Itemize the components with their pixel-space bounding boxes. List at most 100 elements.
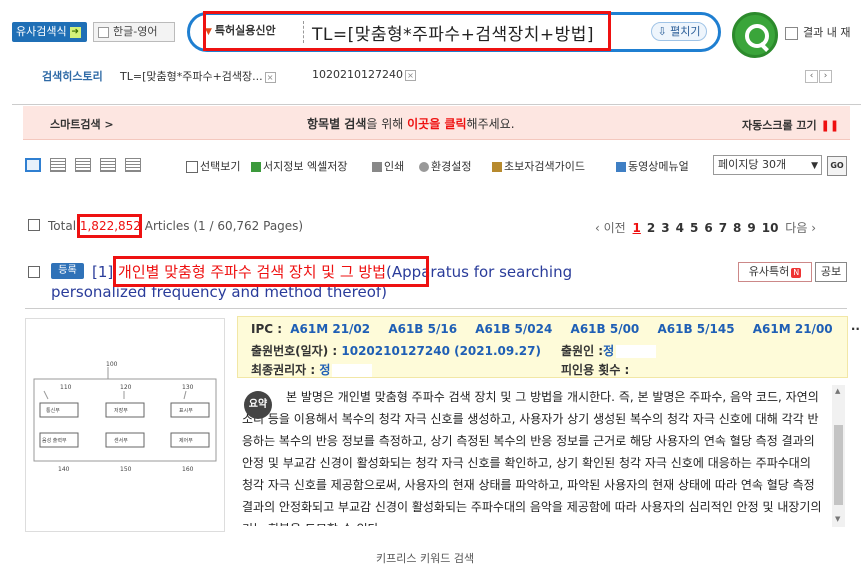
pause-icon: ❚❚ [820, 119, 840, 132]
drawing-box-label: 제어부 [179, 437, 193, 444]
applicant-row: 출원인 :정 [561, 342, 657, 359]
ipc-row: IPC : A61M 21/02 A61B 5/16 A61B 5/024 A6… [251, 322, 861, 336]
page-link[interactable]: 5 [690, 221, 698, 235]
within-results-checkbox[interactable]: 결과 내 재 [785, 24, 850, 40]
smart-search-message[interactable]: 항목별 검색을 위해 이곳을 클릭해주세요. [307, 115, 515, 132]
per-page-value: 페이지당 30개 [718, 158, 787, 171]
view-mode-list-icon[interactable] [50, 158, 66, 172]
tool-print[interactable]: 인쇄 [372, 158, 404, 174]
excel-icon [251, 162, 261, 172]
ipc-code[interactable]: A61B 5/00 [571, 322, 640, 336]
right-holder-value: 정 [319, 363, 331, 377]
abstract-badge: 요약 [244, 391, 272, 419]
ipc-code[interactable]: A61B 5/16 [388, 322, 457, 336]
similar-patent-button[interactable]: 유사특허 N [738, 262, 812, 282]
result-index: [1] [92, 263, 114, 281]
triangle-up-icon[interactable]: ▲ [835, 387, 840, 395]
go-button[interactable]: GO [827, 156, 847, 176]
drawing-box-label: 통신부 [46, 407, 60, 414]
ipc-code[interactable]: A61B 5/145 [657, 322, 734, 336]
tool-label: 인쇄 [384, 160, 405, 173]
arrow-icon: ➜ [69, 26, 81, 38]
history-item[interactable]: TL=[맞춤형*주파수+검색장... × [120, 68, 276, 84]
ipc-code[interactable]: A61B 5/024 [475, 322, 552, 336]
citation-label: 피인용 횟수 : [561, 363, 630, 377]
tool-beginner-guide[interactable]: 초보자검색가이드 [492, 158, 585, 174]
view-mode-group [25, 158, 150, 175]
page-link[interactable]: 2 [647, 221, 655, 235]
chevron-down-icon: ⇩ [657, 25, 671, 38]
next-page-link[interactable]: 다음 › [785, 221, 816, 235]
publication-button[interactable]: 공보 [815, 262, 847, 282]
status-badge: 등록 [51, 263, 84, 279]
view-mode-thumbnail-icon[interactable] [25, 158, 41, 172]
banner-msg-link[interactable]: 이곳을 클릭 [407, 117, 466, 131]
similar-search-button[interactable]: 유사검색식 ➜ [12, 22, 87, 42]
triangle-down-icon[interactable]: ▼ [835, 515, 840, 523]
history-pager: ‹ › [804, 67, 832, 83]
chevron-right-icon[interactable]: › [819, 70, 832, 83]
page-link[interactable]: 3 [661, 221, 669, 235]
banner-msg-mid: 을 위해 [366, 117, 408, 131]
representative-drawing[interactable]: 100 110 120 130 통신부 저장부 표시부 음성 출력부 센서부 제… [25, 318, 225, 532]
close-icon[interactable]: × [404, 69, 416, 81]
result-checkbox[interactable] [28, 266, 40, 278]
banner-msg-post: 해주세요. [466, 117, 515, 131]
search-button[interactable] [732, 12, 778, 58]
guide-icon [492, 162, 502, 172]
page-link[interactable]: 8 [733, 221, 741, 235]
scrollbar-thumb[interactable] [834, 425, 843, 505]
auto-scroll-toggle[interactable]: 자동스크롤 끄기 ❚❚ [742, 117, 839, 133]
tool-label: 환경설정 [431, 160, 472, 173]
application-number-row: 출원번호(일자) : 1020210127240 (2021.09.27) [251, 342, 541, 359]
page-link[interactable]: 1 [633, 221, 641, 235]
divider [12, 104, 861, 105]
abstract-paragraph: 본 발명은 개인별 맞춤형 주파수 검색 장치 및 그 방법을 개시한다. 즉,… [242, 390, 822, 526]
tool-excel-save[interactable]: 서지정보 엑셀저장 [251, 158, 347, 174]
within-results-label: 결과 내 재 [803, 26, 851, 39]
right-holder-row: 최종권리자 : 정 [251, 361, 373, 378]
abstract-scrollbar[interactable]: ▲ ▼ [832, 385, 845, 527]
highlight-box-total [77, 214, 142, 238]
page-link[interactable]: 10 [762, 221, 779, 235]
tool-video-manual[interactable]: 동영상메뉴얼 [616, 158, 689, 174]
select-all-checkbox[interactable] [28, 219, 40, 231]
drawing-box-label: 음성 출력부 [42, 437, 67, 444]
chevron-down-icon: ▼ [811, 161, 818, 171]
search-icon [745, 24, 769, 48]
drawing-outer-box [33, 378, 217, 462]
tool-select-view[interactable]: 선택보기 [186, 158, 240, 174]
tool-label: 서지정보 엑셀저장 [263, 160, 348, 173]
prev-page-link[interactable]: ‹ 이전 [595, 221, 626, 235]
ipc-code[interactable]: A61M 21/00 [753, 322, 833, 336]
chevron-left-icon[interactable]: ‹ [805, 70, 818, 83]
expand-button[interactable]: ⇩ 펼치기 [651, 22, 707, 41]
ipc-more[interactable]: ··· [851, 322, 861, 336]
page-link[interactable]: 6 [704, 221, 712, 235]
app-no-label: 출원번호(일자) : [251, 344, 338, 358]
page-link[interactable]: 7 [719, 221, 727, 235]
total-label: Total [48, 219, 77, 233]
ipc-code[interactable]: A61M 21/02 [290, 322, 370, 336]
smart-search-label[interactable]: 스마트검색 > [50, 116, 114, 132]
drawing-ref-label: 110 [60, 384, 72, 391]
lang-toggle-button[interactable]: 한글-영어 [93, 22, 175, 42]
close-icon[interactable]: × [264, 71, 276, 83]
history-item-text: TL=[맞춤형*주파수+검색장... [120, 70, 263, 83]
tool-settings[interactable]: 환경설정 [419, 158, 471, 174]
drawing-ref-label: 100 [106, 361, 118, 368]
auto-scroll-label: 자동스크롤 끄기 [742, 119, 817, 132]
per-page-select[interactable]: 페이지당 30개 ▼ [713, 155, 822, 175]
new-badge: N [791, 268, 802, 278]
tool-label: 동영상메뉴얼 [628, 160, 689, 173]
page-link[interactable]: 9 [747, 221, 755, 235]
abstract-text: 본 발명은 개인별 맞춤형 주파수 검색 장치 및 그 방법을 개시한다. 즉,… [242, 386, 822, 526]
drawing-ref-label: 150 [120, 466, 132, 473]
history-item[interactable]: 1020210127240 × [312, 68, 416, 81]
banner-msg-pre: 항목별 검색 [307, 117, 367, 131]
page-link[interactable]: 4 [676, 221, 684, 235]
lang-toggle-label: 한글-영어 [113, 25, 158, 38]
view-mode-text-icon[interactable] [75, 158, 91, 172]
view-mode-compact-icon[interactable] [100, 158, 116, 172]
view-mode-grid-icon[interactable] [125, 158, 141, 172]
